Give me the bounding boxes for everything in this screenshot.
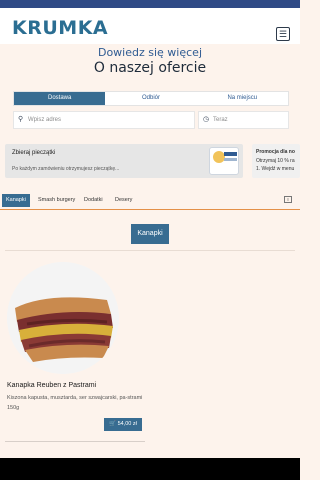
promo-card-stamps[interactable]: Zbieraj pieczątki Po każdym zamówieniu o…: [5, 144, 243, 178]
brand-logo[interactable]: KRUMKA: [12, 17, 108, 39]
product-description: Kiszona kapusta, musztarda, ser szwajcar…: [7, 395, 143, 411]
category-desery[interactable]: Desery: [111, 194, 136, 207]
sandwich-image: [7, 262, 119, 374]
promo-card-new[interactable]: Promocja dla no Otrzymaj 10 % ra 1. Wejd…: [252, 144, 300, 178]
category-bar: Kanapki Smash burgery Dodatki Desery ≡: [0, 190, 300, 210]
tab-dostawa[interactable]: Dostawa: [14, 92, 106, 105]
promo-title: Zbieraj pieczątki: [12, 150, 56, 156]
hero-tagline[interactable]: Dowiedz się więcej: [0, 46, 300, 59]
address-placeholder: Wpisz adres: [28, 117, 62, 123]
promo-desc: Po każdym zamówieniu otrzymujesz piecząt…: [12, 166, 120, 172]
promo-desc-line1: Otrzymaj 10 % ra: [256, 158, 295, 164]
time-value: Teraz: [213, 117, 228, 123]
category-dodatki[interactable]: Dodatki: [80, 194, 107, 207]
address-input[interactable]: ⚲ Wpisz adres: [13, 111, 195, 129]
add-to-cart-button[interactable]: 🛒 54,00 zł: [104, 418, 142, 431]
tab-odbior[interactable]: Odbiór: [105, 92, 196, 105]
bottom-bar: [0, 458, 300, 480]
site-header: KRUMKA ☰: [0, 8, 300, 44]
category-smash-burgery[interactable]: Smash burgery: [34, 194, 79, 207]
cart-icon: 🛒: [109, 421, 117, 427]
top-strip: [0, 0, 300, 8]
category-kanapki[interactable]: Kanapki: [2, 194, 30, 207]
hamburger-icon: ☰: [278, 28, 288, 39]
promo-title: Promocja dla no: [256, 149, 295, 155]
product-photo[interactable]: [7, 262, 119, 374]
promo-desc-line2: 1. Wejdź w menu: [256, 166, 295, 172]
location-pin-icon: ⚲: [18, 116, 24, 123]
section-title-kanapki: Kanapki: [131, 224, 169, 244]
clock-icon: ◷: [203, 116, 210, 123]
delivery-mode-tabs: Dostawa Odbiór Na miejscu: [13, 91, 289, 106]
product-name: Kanapka Reuben z Pastrami: [7, 382, 97, 389]
time-select[interactable]: ◷ Teraz: [198, 111, 289, 129]
hero-title: O naszej ofercie: [93, 60, 207, 76]
price-label: 54,00 zł: [117, 421, 137, 427]
list-icon[interactable]: ≡: [284, 196, 292, 203]
tab-na-miejscu[interactable]: Na miejscu: [197, 92, 288, 105]
product-divider: [5, 441, 145, 442]
section-divider: [5, 250, 295, 251]
stamp-card-image: [209, 147, 239, 175]
menu-button[interactable]: ☰: [276, 27, 290, 41]
